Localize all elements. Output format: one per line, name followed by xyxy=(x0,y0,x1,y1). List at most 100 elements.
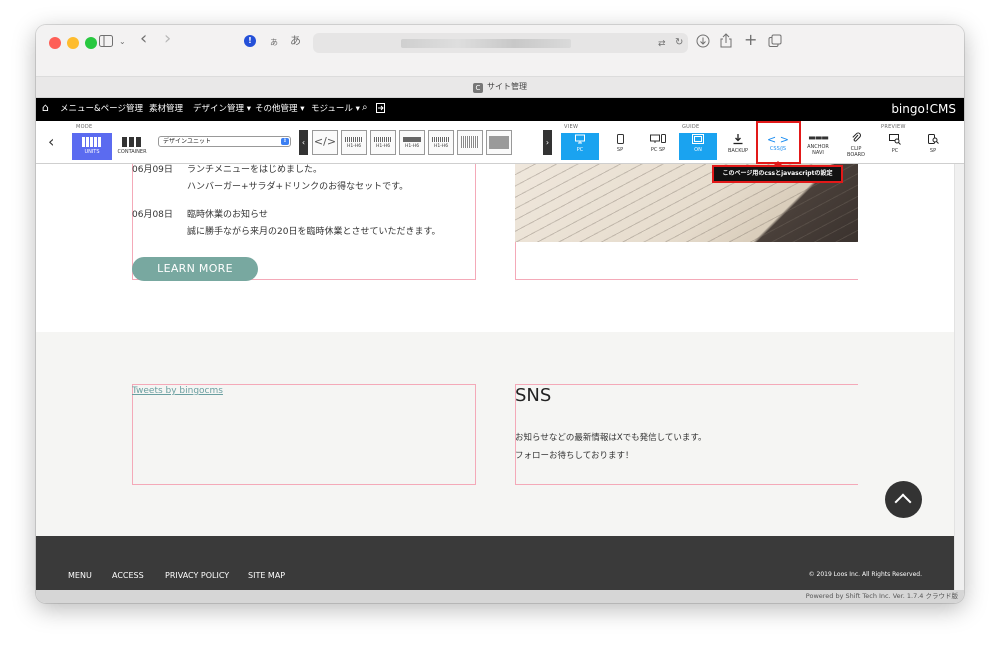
reload-icon[interactable]: ↻ xyxy=(675,36,683,50)
sns-heading: SNS xyxy=(515,385,552,406)
site-footer: MENU ACCESS PRIVACY POLICY SITE MAP © 20… xyxy=(36,536,954,590)
back-to-top-button[interactable] xyxy=(885,481,922,518)
guide-frame-icon xyxy=(679,134,717,147)
chevron-down-icon[interactable]: ⌄ xyxy=(119,35,126,49)
code-icon: </> xyxy=(313,135,337,148)
nav-design[interactable]: デザイン管理 ▾ xyxy=(193,104,251,114)
guide-on-button[interactable]: ON xyxy=(679,133,717,160)
preview-pc-label: PC xyxy=(891,148,899,154)
preview-sp-button[interactable]: SP xyxy=(915,133,951,160)
unit-image-button[interactable] xyxy=(486,130,512,155)
view-sp-button[interactable]: SP xyxy=(601,133,639,160)
logout-icon[interactable] xyxy=(376,103,385,116)
search-icon[interactable]: ⌕ xyxy=(362,103,368,113)
nav-materials[interactable]: 素材管理 xyxy=(149,104,183,114)
back-chevron-icon[interactable]: ‹ xyxy=(48,132,54,151)
download-icon[interactable] xyxy=(696,34,710,51)
monitor-phone-icon xyxy=(639,134,677,147)
design-unit-select[interactable]: デザインユニット ⇕ xyxy=(158,136,291,147)
unit-text-button[interactable] xyxy=(457,130,483,155)
preview-pc-icon xyxy=(877,134,913,148)
container-icon xyxy=(122,137,142,147)
address-bar[interactable]: ⇄ ↻ xyxy=(313,33,688,53)
close-window-button[interactable] xyxy=(49,37,61,49)
footer-link-privacy[interactable]: PRIVACY POLICY xyxy=(165,571,229,580)
view-pcsp-label: PC SP xyxy=(650,147,666,153)
learn-more-button[interactable]: LEARN MORE xyxy=(132,257,258,281)
view-label: VIEW xyxy=(564,124,579,130)
anchor-navi-icon: ▬▬▬ xyxy=(808,133,829,142)
tab-title: サイト管理 xyxy=(487,82,527,91)
unit-scroll-left-button[interactable]: ‹ xyxy=(299,130,308,155)
footer-link-menu[interactable]: MENU xyxy=(68,571,92,580)
input-method-icon[interactable]: あ xyxy=(290,34,301,48)
unit-heading-2-button[interactable]: H1-H6 xyxy=(370,130,396,155)
nav-module[interactable]: モジュール ▾ xyxy=(311,104,360,114)
select-arrows-icon: ⇕ xyxy=(281,138,289,145)
backup-button[interactable]: BACKUP xyxy=(719,133,757,160)
anchor-label-2: NAVI xyxy=(812,150,824,156)
unit-heading-1-button[interactable]: H1-H6 xyxy=(341,130,367,155)
sns-text-line: お知らせなどの最新情報はXでも発信しています。 xyxy=(515,433,707,443)
unit-label: H1-H6 xyxy=(346,144,362,149)
chevron-up-icon xyxy=(894,493,912,511)
preview-sp-icon xyxy=(915,134,951,148)
tab-favicon: C xyxy=(473,83,483,93)
unit-scroll-right-button[interactable]: › xyxy=(543,130,552,155)
paperclip-icon xyxy=(837,132,875,146)
guide-label: GUIDE xyxy=(682,124,700,130)
translate-icon[interactable]: ⇄ xyxy=(658,37,666,51)
footer-link-access[interactable]: ACCESS xyxy=(112,571,144,580)
tweets-link[interactable]: Tweets by bingocms xyxy=(132,386,223,396)
sidebar-icon[interactable] xyxy=(99,35,113,50)
unit-html-button[interactable]: </> xyxy=(312,130,338,155)
anchor-navi-button[interactable]: ▬▬▬ ANCHOR NAVI xyxy=(799,131,837,158)
design-unit-select-value: デザインユニット xyxy=(163,138,212,145)
container-label: CONTAINER xyxy=(117,149,147,155)
input-method-small-icon[interactable]: あ xyxy=(270,36,278,50)
monitor-icon xyxy=(561,134,599,147)
view-pc-label: PC xyxy=(576,147,584,153)
view-pcsp-button[interactable]: PC SP xyxy=(639,133,677,160)
news-date: 06月08日 xyxy=(132,210,173,220)
back-icon[interactable]: ‹ xyxy=(140,30,147,48)
phone-icon xyxy=(601,134,639,147)
cms-toolbar: ‹ MODE UNITS CONTAINER デザインユニット ⇕ ‹ </> … xyxy=(36,121,964,164)
active-tab[interactable]: C サイト管理 xyxy=(36,81,964,93)
nav-other[interactable]: その他管理 ▾ xyxy=(255,104,304,114)
clipboard-label-2: BOARD xyxy=(847,152,865,158)
view-pc-button[interactable]: PC xyxy=(561,133,599,160)
mode-container-button[interactable]: CONTAINER xyxy=(112,133,152,160)
units-icon xyxy=(82,137,102,147)
clipboard-button[interactable]: CLIP BOARD xyxy=(837,131,875,158)
preview-sp-label: SP xyxy=(929,148,937,154)
tweets-unit-frame[interactable] xyxy=(132,384,476,485)
forward-icon[interactable]: › xyxy=(164,30,171,48)
new-tab-icon[interactable]: + xyxy=(744,32,757,48)
extension-icon[interactable]: ! xyxy=(244,35,256,47)
page-canvas: 06月09日 ランチメニューをはじめました。 ハンバーガー+サラダ+ドリンクのお… xyxy=(36,164,954,590)
nav-menu-page[interactable]: メニュー&ページ管理 xyxy=(60,104,143,114)
minimize-window-button[interactable] xyxy=(67,37,79,49)
footer-link-sitemap[interactable]: SITE MAP xyxy=(248,571,285,580)
share-icon[interactable] xyxy=(720,33,732,51)
download-icon xyxy=(719,134,757,148)
browser-window: ⌄ ‹ › ! あ あ ⇄ ↻ + C サイト管理 ⌂ メニュー&ページ管理 素材… xyxy=(36,25,964,603)
cms-nav-bar: ⌂ メニュー&ページ管理 素材管理 デザイン管理 ▾ その他管理 ▾ モジュール… xyxy=(36,98,964,121)
page-scrollbar[interactable] xyxy=(954,164,964,590)
unit-heading-3-button[interactable]: H1-H6 xyxy=(399,130,425,155)
tabs-overview-icon[interactable] xyxy=(768,34,782,51)
sns-text-line: フォローお待ちしております！ xyxy=(515,451,634,461)
css-js-highlight-frame xyxy=(756,121,801,164)
unit-label: H1-H6 xyxy=(375,144,391,149)
view-sp-label: SP xyxy=(616,147,624,153)
zoom-window-button[interactable] xyxy=(85,37,97,49)
home-icon[interactable]: ⌂ xyxy=(42,102,49,113)
unit-heading-4-button[interactable]: H1-H6 xyxy=(428,130,454,155)
preview-pc-button[interactable]: PC xyxy=(877,133,913,160)
powered-by: Powered by Shift Tech Inc. Ver. 1.7.4 クラ… xyxy=(36,590,964,603)
preview-label: PREVIEW xyxy=(881,124,906,130)
news-body: ハンバーガー+サラダ+ドリンクのお得なセットです。 xyxy=(187,182,409,192)
mode-units-button[interactable]: UNITS xyxy=(72,133,112,160)
backup-label: BACKUP xyxy=(727,148,749,154)
